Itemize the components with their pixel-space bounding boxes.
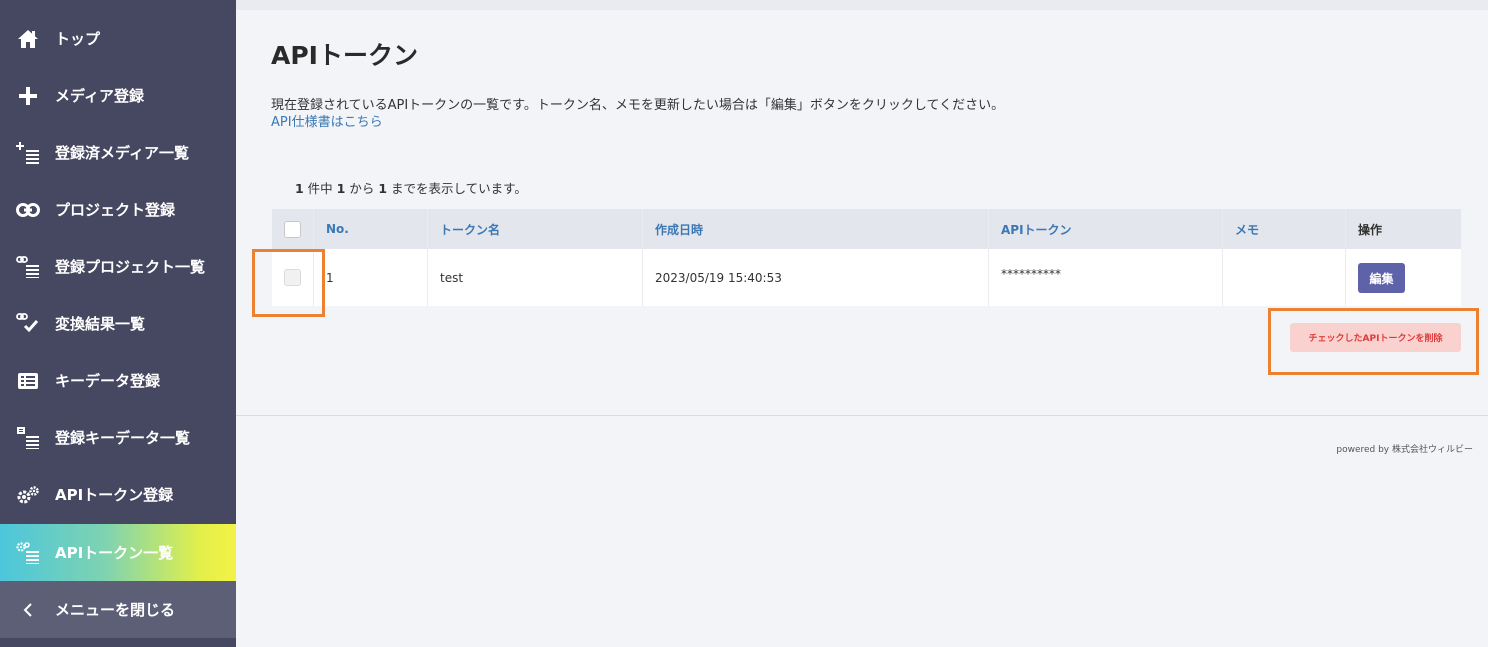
cell-created: 2023/05/19 15:40:53	[655, 270, 782, 285]
sidebar-item-top[interactable]: トップ	[0, 10, 236, 67]
count-text-1: 件中	[303, 181, 337, 196]
page-title: APIトークン	[271, 41, 418, 70]
cell-api-token: **********	[1001, 266, 1061, 281]
footer-divider	[236, 415, 1488, 416]
plus-icon	[16, 84, 40, 108]
cell-memo	[1222, 249, 1235, 306]
count-text-3: までを表示しています。	[387, 181, 527, 196]
sidebar-item-keydata-list[interactable]: 登録キーデータ一覧	[0, 409, 236, 466]
sidebar-close-menu[interactable]: メニューを閉じる	[0, 581, 236, 638]
sidebar: トップ メディア登録 登録済メディア一覧 プロジェクト登録 登録プロジェクト一覧…	[0, 0, 236, 647]
sidebar-item-media-list[interactable]: 登録済メディア一覧	[0, 124, 236, 181]
home-icon	[16, 27, 40, 51]
cell-no: 1	[326, 270, 334, 285]
sidebar-item-apitoken-list[interactable]: APIトークン一覧	[0, 524, 236, 581]
header-no[interactable]: No.	[313, 209, 427, 249]
header-token-name[interactable]: トークン名	[427, 209, 642, 249]
sidebar-item-label: トップ	[55, 30, 101, 48]
api-spec-link[interactable]: API仕様書はこちら	[271, 111, 383, 130]
chevron-left-icon	[16, 598, 40, 622]
plus-list-icon	[16, 141, 40, 165]
select-all-checkbox[interactable]	[284, 221, 301, 238]
token-table: No. トークン名 作成日時 APIトークン メモ 操作 1 test 2023…	[272, 209, 1461, 306]
sidebar-item-project-register[interactable]: プロジェクト登録	[0, 181, 236, 238]
edit-button[interactable]: 編集	[1358, 263, 1405, 293]
gears-icon	[16, 483, 40, 507]
sidebar-item-label: プロジェクト登録	[55, 201, 176, 219]
sidebar-item-project-list[interactable]: 登録プロジェクト一覧	[0, 238, 236, 295]
sidebar-item-label: APIトークン一覧	[55, 544, 174, 562]
sidebar-item-label: キーデータ登録	[55, 372, 161, 390]
card-list-icon	[16, 426, 40, 450]
sidebar-item-label: メディア登録	[55, 87, 144, 105]
gears-list-icon	[16, 541, 40, 565]
count-to: 1	[378, 181, 388, 196]
header-action: 操作	[1358, 222, 1383, 237]
count-total: 1	[295, 181, 304, 196]
sidebar-item-keydata-register[interactable]: キーデータ登録	[0, 352, 236, 409]
id-card-icon	[16, 369, 40, 393]
result-count: 1 件中 1 から 1 までを表示しています。	[295, 178, 527, 197]
sidebar-item-label: 登録キーデータ一覧	[55, 429, 191, 447]
sidebar-item-label: 登録済メディア一覧	[55, 144, 189, 162]
row-checkbox[interactable]	[284, 269, 301, 286]
sidebar-close-label: メニューを閉じる	[55, 601, 176, 619]
powered-by: powered by 株式会社ウィルビー	[1336, 445, 1473, 455]
link-icon	[16, 198, 40, 222]
sidebar-item-label: APIトークン登録	[55, 486, 174, 504]
link-list-icon	[16, 255, 40, 279]
cell-token-name: test	[440, 270, 464, 285]
sidebar-item-convert-results[interactable]: 変換結果一覧	[0, 295, 236, 352]
sidebar-item-apitoken-register[interactable]: APIトークン登録	[0, 466, 236, 523]
delete-checked-button[interactable]: チェックしたAPIトークンを削除	[1290, 323, 1461, 352]
sidebar-item-label: 変換結果一覧	[55, 315, 146, 333]
sidebar-item-label: 登録プロジェクト一覧	[55, 258, 206, 276]
header-api-token[interactable]: APIトークン	[988, 209, 1222, 249]
header-created[interactable]: 作成日時	[642, 209, 988, 249]
sidebar-item-media-register[interactable]: メディア登録	[0, 67, 236, 124]
link-check-icon	[16, 312, 40, 336]
count-text-2: から	[345, 181, 379, 196]
main-content: APIトークン 現在登録されているAPIトークンの一覧です。トークン名、メモを更…	[236, 0, 1488, 647]
top-bar	[236, 0, 1488, 10]
header-memo[interactable]: メモ	[1222, 209, 1345, 249]
